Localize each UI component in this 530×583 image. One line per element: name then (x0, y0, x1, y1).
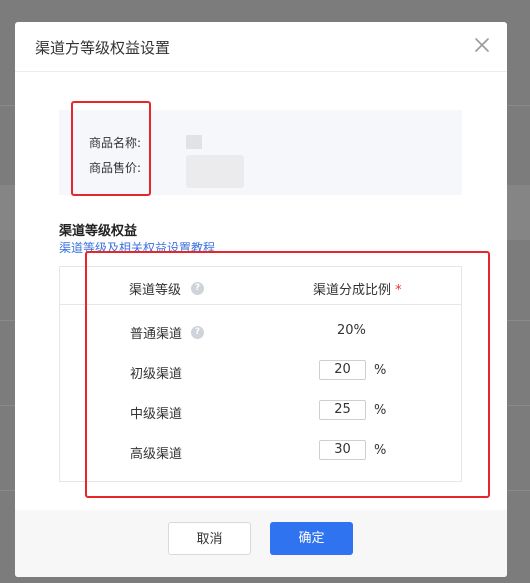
product-image-redacted (186, 155, 244, 188)
product-name-redacted (186, 135, 202, 149)
confirm-button[interactable]: 确定 (270, 522, 353, 555)
close-icon[interactable] (471, 34, 493, 56)
dialog-header: 渠道方等级权益设置 (15, 22, 507, 72)
cancel-button[interactable]: 取消 (168, 522, 251, 555)
highlight-box-product (71, 101, 151, 196)
channel-level-benefits-dialog: 渠道方等级权益设置 商品名称: 商品售价: 渠道等级权益 渠道等级及相关权益设置… (15, 22, 507, 577)
dialog-title: 渠道方等级权益设置 (35, 39, 171, 57)
highlight-box-table (85, 251, 490, 498)
dialog-footer (15, 510, 507, 577)
section-title: 渠道等级权益 (59, 224, 138, 239)
